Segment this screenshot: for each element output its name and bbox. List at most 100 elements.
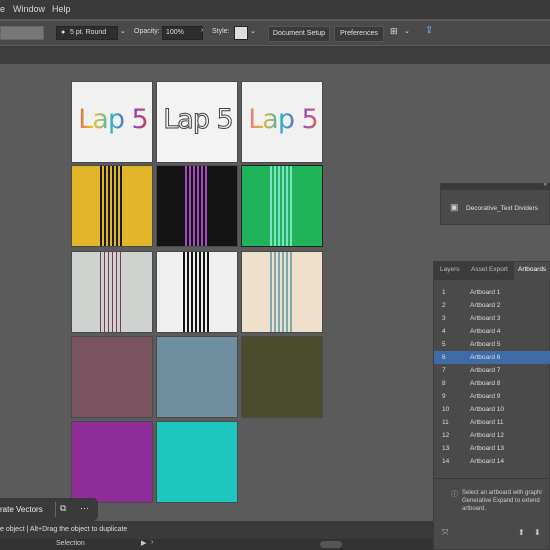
tab-asset-export[interactable]: Asset Export: [471, 266, 508, 273]
artboard-number: 2: [442, 302, 446, 309]
stripe-pattern: [100, 166, 122, 246]
chevron-right-icon[interactable]: ›: [151, 539, 153, 546]
artboard-number: 11: [442, 419, 449, 426]
artboard-row[interactable]: 3 Artboard 3: [434, 312, 550, 325]
artboard-row[interactable]: 12 Artboard 12: [434, 429, 550, 442]
collapse-icon[interactable]: «: [544, 182, 547, 188]
artboard-name[interactable]: Artboard 11: [470, 419, 503, 426]
artboard-11[interactable]: [156, 336, 238, 418]
tab-layers[interactable]: Layers: [440, 266, 460, 273]
artboard-number: 13: [442, 445, 450, 452]
lap-text-gradient: Lap 5: [242, 104, 322, 135]
divider: [434, 478, 550, 479]
style-label: Style:: [212, 28, 230, 35]
share-icon[interactable]: ⇪: [425, 25, 433, 36]
stripe-pattern: [183, 252, 211, 332]
lap-text-colored: Lap 5: [72, 104, 152, 135]
artboard-name[interactable]: Artboard 13: [470, 445, 504, 452]
artboard-14[interactable]: [156, 421, 238, 503]
generate-vectors-button[interactable]: rate Vectors: [0, 505, 43, 514]
artboard-name[interactable]: Artboard 5: [470, 341, 500, 348]
panel-header: «: [441, 182, 550, 190]
divider: [55, 502, 56, 517]
artboard-name[interactable]: Artboard 4: [470, 328, 500, 335]
artboard-row[interactable]: 11 Artboard 11: [434, 416, 550, 429]
artboard-12[interactable]: [241, 336, 323, 418]
artboard-name[interactable]: Artboard 2: [470, 302, 500, 309]
tab-artboards-active[interactable]: Artboards: [514, 262, 550, 280]
menu-item-help[interactable]: Help: [52, 4, 71, 14]
artboard-7[interactable]: [71, 251, 153, 333]
artboard-row[interactable]: 1 Artboard 1: [434, 286, 550, 299]
artboard-row[interactable]: 8 Artboard 8: [434, 377, 550, 390]
artboard-number: 12: [442, 432, 450, 439]
artboard-number: 7: [442, 367, 446, 374]
rearrange-icon[interactable]: ⤧: [442, 528, 448, 538]
artboard-number: 9: [442, 393, 446, 400]
artboard-row[interactable]: 13 Artboard 13: [434, 442, 550, 455]
artboard-13[interactable]: [71, 421, 153, 503]
artboard-number: 14: [442, 458, 450, 465]
artboard-2[interactable]: Lap 5: [156, 81, 238, 163]
arrange-icon[interactable]: ⊞: [390, 26, 398, 37]
move-up-icon[interactable]: ⬆: [518, 528, 525, 537]
artboard-name[interactable]: Artboard 6: [470, 354, 500, 361]
artboard-10[interactable]: [71, 336, 153, 418]
artboard-9[interactable]: [241, 251, 323, 333]
artboard-1[interactable]: Lap 5: [71, 81, 153, 163]
artboard-name[interactable]: Artboard 8: [470, 380, 500, 387]
artboards-panel: Layers Asset Export Artboards 1 Artboard …: [433, 261, 550, 550]
more-options-icon[interactable]: ⋯: [80, 503, 89, 514]
move-down-icon[interactable]: ⬇: [534, 528, 541, 537]
chevron-right-icon[interactable]: ›: [201, 27, 203, 34]
stripe-pattern: [270, 166, 292, 246]
artboard-name[interactable]: Artboard 7: [470, 367, 500, 374]
artboard-name[interactable]: Artboard 12: [470, 432, 504, 439]
opacity-input[interactable]: 100%: [162, 26, 203, 40]
artboard-row[interactable]: 10 Artboard 10: [434, 403, 550, 416]
chevron-down-icon[interactable]: ⌄: [120, 27, 126, 35]
artboard-name[interactable]: Artboard 1: [470, 289, 500, 296]
menu-bar: e Window Help: [0, 0, 550, 19]
artboard-number: 1: [442, 289, 446, 296]
style-swatch[interactable]: [234, 26, 248, 40]
artboard-row[interactable]: 5 Artboard 5: [434, 338, 550, 351]
artboard-name[interactable]: Artboard 14: [470, 458, 504, 465]
artboard-name[interactable]: Artboard 3: [470, 315, 500, 322]
stripe-pattern: [185, 166, 207, 246]
artboard-name[interactable]: Artboard 9: [470, 393, 500, 400]
library-icon: ▣: [450, 202, 459, 212]
artboard-row[interactable]: 4 Artboard 4: [434, 325, 550, 338]
canvas[interactable]: Lap 5 Lap 5 Lap 5: [0, 64, 433, 503]
artboard-4[interactable]: [71, 165, 153, 247]
artboard-8[interactable]: [156, 251, 238, 333]
artboard-name[interactable]: Artboard 10: [470, 406, 504, 413]
artboard-number: 3: [442, 315, 446, 322]
preferences-button[interactable]: Preferences: [334, 26, 384, 42]
artboard-row[interactable]: 2 Artboard 2: [434, 299, 550, 312]
menu-item-edit[interactable]: e: [0, 4, 5, 14]
artboard-3[interactable]: Lap 5: [241, 81, 323, 163]
panel-tab-bar: Layers Asset Export Artboards: [434, 262, 550, 280]
artboard-row[interactable]: 6 Artboard 6: [434, 351, 550, 364]
stroke-profile-dropdown[interactable]: ● 5 pt. Round: [56, 26, 118, 40]
document-setup-button[interactable]: Document Setup: [268, 26, 330, 42]
artboard-row[interactable]: 14 Artboard 14: [434, 455, 550, 468]
stroke-profile-value: 5 pt. Round: [70, 29, 107, 36]
stripe-pattern: [100, 252, 122, 332]
bottom-bar: Selection ▶ ›: [0, 539, 433, 550]
image-icon[interactable]: ⧉: [60, 503, 66, 514]
artboard-row[interactable]: 7 Artboard 7: [434, 364, 550, 377]
chevron-down-icon[interactable]: ⌄: [250, 27, 256, 35]
stroke-color-field[interactable]: [0, 26, 44, 40]
chevron-down-icon[interactable]: ⌄: [404, 27, 410, 35]
libraries-panel: « ▣ Decorative_Text Dividers: [440, 182, 550, 225]
menu-item-window[interactable]: Window: [13, 4, 45, 14]
play-icon[interactable]: ▶: [141, 539, 146, 547]
scrollbar-thumb[interactable]: [320, 541, 342, 548]
contextual-task-bar: rate Vectors ⧉ ⋯: [0, 498, 98, 521]
artboard-5[interactable]: [156, 165, 238, 247]
artboard-row[interactable]: 9 Artboard 9: [434, 390, 550, 403]
library-name[interactable]: Decorative_Text Dividers: [466, 205, 538, 212]
artboard-6[interactable]: [241, 165, 323, 247]
